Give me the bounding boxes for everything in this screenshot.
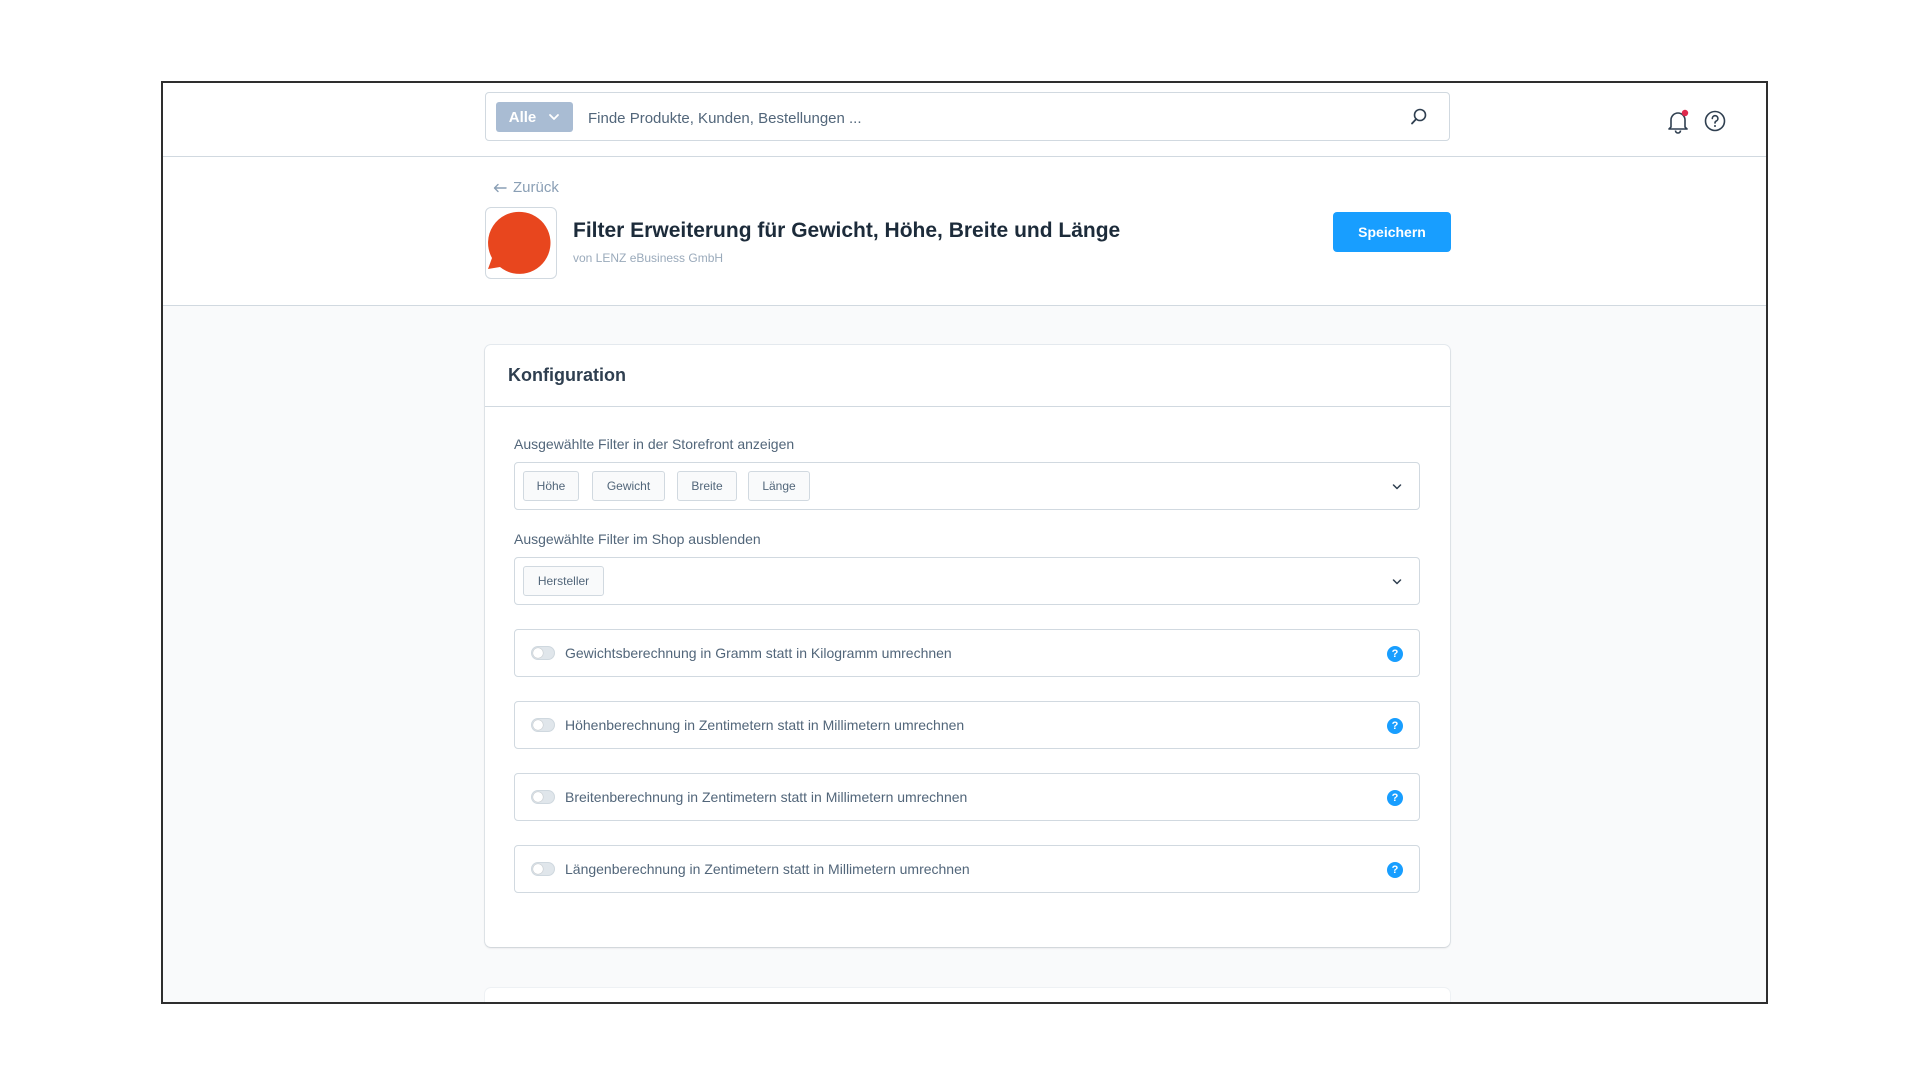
notification-dot — [1681, 109, 1689, 117]
back-link[interactable]: Zurück — [493, 179, 559, 196]
hide-filters-select[interactable]: Hersteller — [514, 557, 1420, 605]
arrow-left-icon — [493, 183, 507, 192]
next-card — [485, 988, 1450, 1002]
show-filters-label: Ausgewählte Filter in der Storefront anz… — [514, 436, 795, 452]
length-conversion-row: Längenberechnung in Zentimetern statt in… — [514, 845, 1420, 893]
switch-label: Gewichtsberechnung in Gramm statt in Kil… — [565, 645, 952, 661]
length-conversion-toggle[interactable] — [531, 862, 555, 876]
content-area: Konfiguration Ausgewählte Filter in der … — [163, 306, 1766, 1002]
filter-tag[interactable]: Breite — [677, 471, 737, 501]
chevron-down-icon — [549, 114, 560, 120]
toggle-knob — [533, 792, 543, 802]
help-icon[interactable]: ? — [1387, 646, 1403, 662]
card-title: Konfiguration — [508, 365, 626, 385]
help-circle-icon[interactable] — [1703, 109, 1727, 133]
filter-tag[interactable]: Hersteller — [523, 566, 604, 596]
plugin-author: von LENZ eBusiness GmbH — [573, 251, 724, 265]
filter-tag[interactable]: Höhe — [523, 471, 579, 501]
show-filters-select[interactable]: Höhe Gewicht Breite Länge — [514, 462, 1420, 510]
configuration-card: Konfiguration Ausgewählte Filter in der … — [485, 345, 1450, 947]
notification-bell-icon[interactable] — [1665, 108, 1691, 134]
save-button[interactable]: Speichern — [1333, 212, 1451, 252]
weight-conversion-toggle[interactable] — [531, 646, 555, 660]
toggle-knob — [533, 648, 543, 658]
weight-conversion-row: Gewichtsberechnung in Gramm statt in Kil… — [514, 629, 1420, 677]
height-conversion-row: Höhenberechnung in Zentimetern statt in … — [514, 701, 1420, 749]
chevron-down-icon[interactable] — [1391, 481, 1403, 493]
search-type-dropdown[interactable]: Alle — [496, 102, 573, 132]
back-label: Zurück — [513, 179, 559, 196]
width-conversion-toggle[interactable] — [531, 790, 555, 804]
filter-tag[interactable]: Länge — [748, 471, 810, 501]
switch-label: Breitenberechnung in Zentimetern statt i… — [565, 789, 968, 805]
toggle-knob — [533, 864, 543, 874]
help-icon[interactable]: ? — [1387, 862, 1403, 878]
width-conversion-row: Breitenberechnung in Zentimetern statt i… — [514, 773, 1420, 821]
chevron-down-icon[interactable] — [1391, 576, 1403, 588]
divider — [485, 406, 1450, 407]
switch-label: Höhenberechnung in Zentimetern statt in … — [565, 717, 965, 733]
app-window: Alle Zurück — [161, 81, 1768, 1004]
filter-tag[interactable]: Gewicht — [592, 471, 665, 501]
toggle-knob — [533, 720, 543, 730]
top-bar: Alle — [163, 83, 1766, 157]
switch-label: Längenberechnung in Zentimetern statt in… — [565, 861, 970, 877]
help-icon[interactable]: ? — [1387, 790, 1403, 806]
speech-bubble-logo-icon — [488, 211, 551, 274]
search-input[interactable] — [586, 103, 1390, 133]
page-title: Filter Erweiterung für Gewicht, Höhe, Br… — [573, 219, 1121, 242]
height-conversion-toggle[interactable] — [531, 718, 555, 732]
hide-filters-label: Ausgewählte Filter im Shop ausblenden — [514, 531, 761, 547]
global-search: Alle — [485, 92, 1450, 141]
search-type-label: Alle — [508, 108, 537, 126]
plugin-logo — [485, 207, 557, 279]
help-icon[interactable]: ? — [1387, 718, 1403, 734]
search-icon[interactable] — [1409, 107, 1429, 127]
